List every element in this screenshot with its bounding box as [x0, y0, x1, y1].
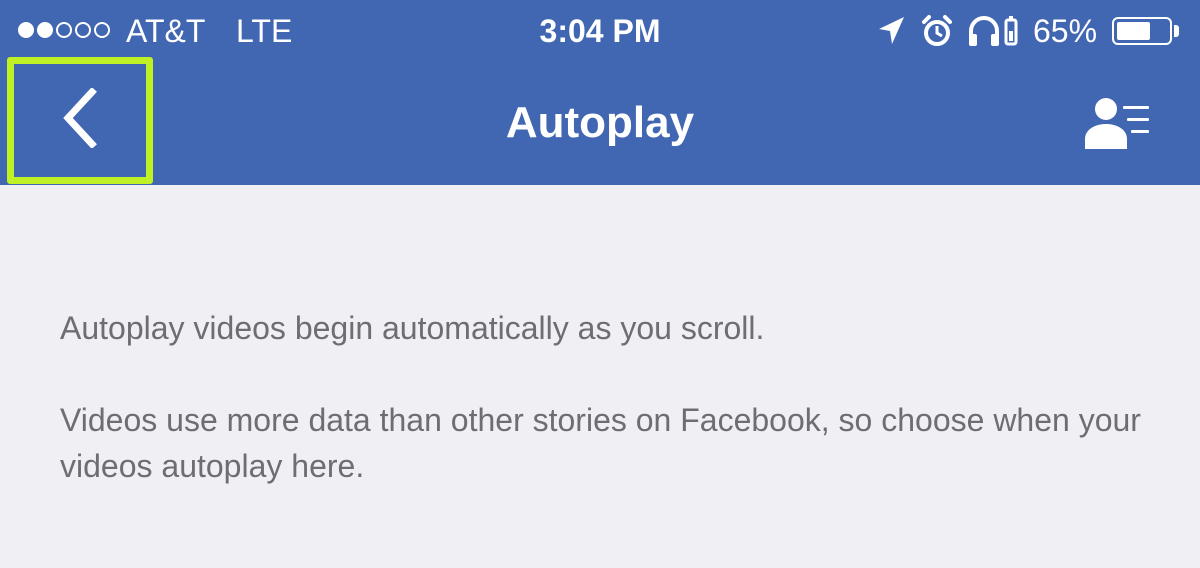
status-time: 3:04 PM [539, 13, 661, 49]
header: AT&T LTE 3:04 PM 65% Autoplay [0, 0, 1200, 185]
battery-level-fill [1117, 22, 1150, 40]
location-arrow-icon [876, 14, 906, 56]
profile-menu-icon [1082, 98, 1154, 155]
description-paragraph: Videos use more data than other stories … [60, 402, 1141, 484]
battery-icon [1112, 17, 1172, 45]
battery-tip [1174, 25, 1179, 37]
description-paragraph: Autoplay videos begin automatically as y… [60, 310, 765, 346]
headphones-icon [966, 14, 1002, 56]
autoplay-settings-screen: AT&T LTE 3:04 PM 65% Autoplay Autoplay v… [0, 0, 1200, 568]
profile-menu-button[interactable] [1082, 95, 1154, 151]
page-title: Autoplay [505, 98, 695, 147]
status-bar: AT&T LTE 3:04 PM 65% [0, 0, 1200, 62]
battery-small-icon [1004, 14, 1020, 56]
autoplay-description: Autoplay videos begin automatically as y… [60, 305, 1160, 489]
alarm-clock-icon [920, 14, 954, 56]
battery-percent: 65% [1033, 13, 1098, 49]
